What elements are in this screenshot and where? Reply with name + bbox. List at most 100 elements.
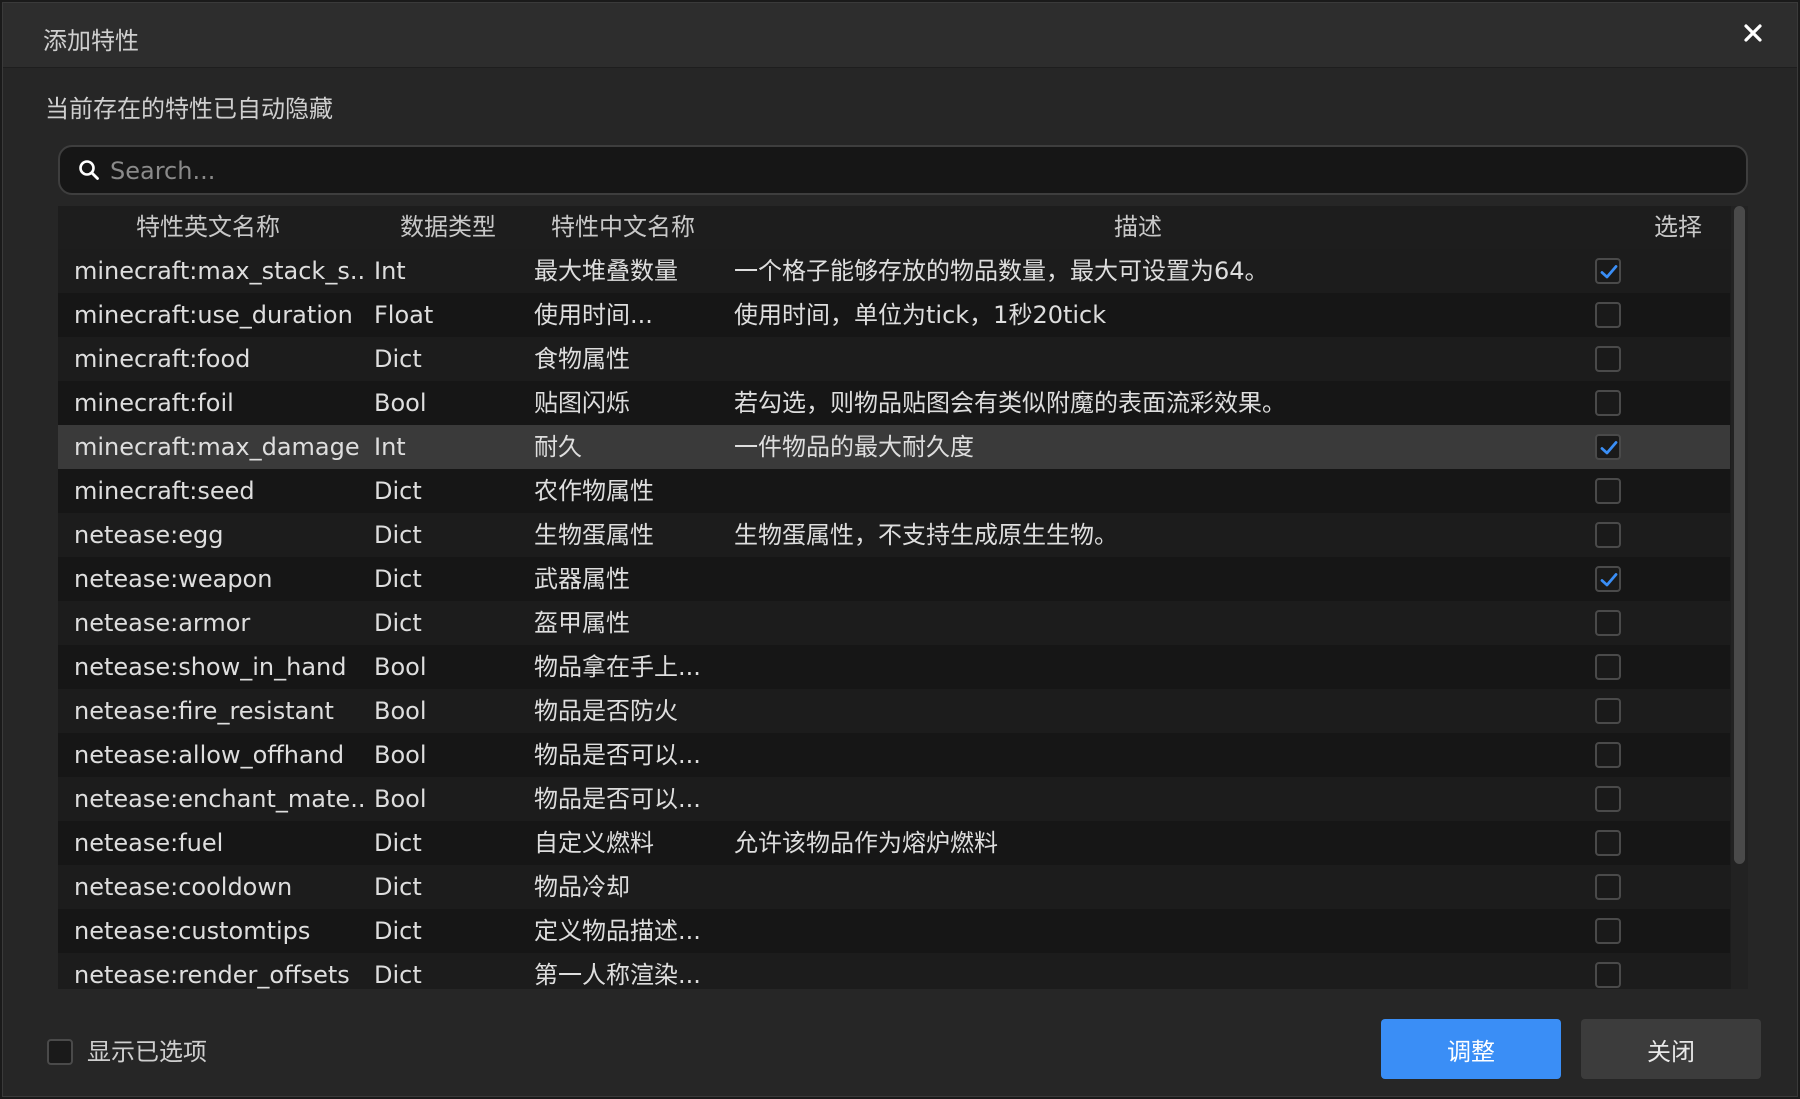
feature-en-name: minecraft:max_stack_s... bbox=[74, 257, 364, 285]
select-checkbox[interactable] bbox=[1595, 742, 1621, 768]
table-row[interactable]: minecraft:food Dict 食物属性 bbox=[58, 337, 1730, 381]
close-icon[interactable] bbox=[1737, 17, 1769, 49]
table-row[interactable]: netease:fuel Dict 自定义燃料 允许该物品作为熔炉燃料 bbox=[58, 821, 1730, 865]
feature-description bbox=[734, 469, 1534, 513]
feature-cn-name: 定义物品描述... bbox=[534, 917, 701, 945]
select-checkbox[interactable] bbox=[1595, 962, 1621, 988]
feature-description bbox=[734, 733, 1534, 777]
feature-data-type: Float bbox=[374, 301, 434, 329]
feature-cn-name: 第一人称渲染... bbox=[534, 961, 701, 989]
table-row[interactable]: netease:show_in_hand Bool 物品拿在手上... bbox=[58, 645, 1730, 689]
table-row[interactable]: netease:customtips Dict 定义物品描述... bbox=[58, 909, 1730, 953]
select-checkbox[interactable] bbox=[1595, 434, 1621, 460]
feature-en-name: netease:weapon bbox=[74, 565, 273, 593]
feature-description bbox=[734, 865, 1534, 909]
table-row[interactable]: minecraft:max_stack_s... Int 最大堆叠数量 一个格子能够存… bbox=[58, 249, 1730, 293]
column-header-select: 选择 bbox=[1654, 213, 1702, 241]
close-button[interactable]: 关闭 bbox=[1581, 1019, 1761, 1079]
scrollbar-thumb[interactable] bbox=[1734, 206, 1745, 864]
feature-en-name: netease:egg bbox=[74, 521, 224, 549]
feature-data-type: Int bbox=[374, 257, 406, 285]
select-checkbox[interactable] bbox=[1595, 346, 1621, 372]
column-header-cn-name: 特性中文名称 bbox=[551, 213, 695, 241]
select-checkbox[interactable] bbox=[1595, 302, 1621, 328]
select-checkbox[interactable] bbox=[1595, 786, 1621, 812]
select-checkbox[interactable] bbox=[1595, 522, 1621, 548]
select-checkbox[interactable] bbox=[1595, 830, 1621, 856]
feature-cn-name: 贴图闪烁 bbox=[534, 389, 630, 417]
select-checkbox[interactable] bbox=[1595, 918, 1621, 944]
feature-cn-name: 盔甲属性 bbox=[534, 609, 630, 637]
table-row[interactable]: minecraft:max_damage Int 耐久 一件物品的最大耐久度 bbox=[58, 425, 1730, 469]
feature-data-type: Bool bbox=[374, 389, 427, 417]
table-row[interactable]: netease:cooldown Dict 物品冷却 bbox=[58, 865, 1730, 909]
feature-en-name: netease:fuel bbox=[74, 829, 224, 857]
title-bar: 添加特性 bbox=[3, 3, 1797, 68]
checkmark-icon bbox=[1600, 441, 1618, 455]
feature-description bbox=[734, 337, 1534, 381]
select-checkbox[interactable] bbox=[1595, 478, 1621, 504]
table-row[interactable]: minecraft:use_duration Float 使用时间... 使用时间，单… bbox=[58, 293, 1730, 337]
adjust-button[interactable]: 调整 bbox=[1381, 1019, 1561, 1079]
feature-data-type: Bool bbox=[374, 653, 427, 681]
feature-data-type: Dict bbox=[374, 477, 422, 505]
feature-description: 一个格子能够存放的物品数量，最大可设置为64。 bbox=[734, 257, 1269, 285]
column-header-en-name: 特性英文名称 bbox=[136, 213, 280, 241]
select-checkbox[interactable] bbox=[1595, 566, 1621, 592]
select-checkbox[interactable] bbox=[1595, 874, 1621, 900]
table-row[interactable]: netease:enchant_mate... Bool 物品是否可以... bbox=[58, 777, 1730, 821]
table-row[interactable]: netease:armor Dict 盔甲属性 bbox=[58, 601, 1730, 645]
feature-description bbox=[734, 953, 1534, 989]
select-checkbox[interactable] bbox=[1595, 258, 1621, 284]
feature-cn-name: 最大堆叠数量 bbox=[534, 257, 678, 285]
table-scrollbar[interactable] bbox=[1731, 206, 1748, 989]
feature-description bbox=[734, 557, 1534, 601]
column-header-description: 描述 bbox=[1114, 213, 1162, 241]
select-checkbox[interactable] bbox=[1595, 610, 1621, 636]
table-row[interactable]: minecraft:foil Bool 贴图闪烁 若勾选，则物品贴图会有类似附魔的表面… bbox=[58, 381, 1730, 425]
feature-data-type: Bool bbox=[374, 741, 427, 769]
search-icon bbox=[78, 159, 100, 181]
feature-en-name: netease:show_in_hand bbox=[74, 653, 347, 681]
feature-en-name: minecraft:foil bbox=[74, 389, 234, 417]
feature-cn-name: 物品是否可以... bbox=[534, 741, 701, 769]
feature-cn-name: 物品冷却 bbox=[534, 873, 630, 901]
feature-data-type: Dict bbox=[374, 521, 422, 549]
feature-data-type: Int bbox=[374, 433, 406, 461]
table-header: 特性英文名称 数据类型 特性中文名称 描述 选择 bbox=[58, 206, 1730, 249]
feature-cn-name: 武器属性 bbox=[534, 565, 630, 593]
table-row[interactable]: netease:egg Dict 生物蛋属性 生物蛋属性，不支持生成原生生物。 bbox=[58, 513, 1730, 557]
feature-description bbox=[734, 777, 1534, 821]
show-selected-checkbox[interactable] bbox=[47, 1039, 73, 1065]
feature-en-name: minecraft:seed bbox=[74, 477, 255, 505]
select-checkbox[interactable] bbox=[1595, 698, 1621, 724]
table-row[interactable]: netease:fire_resistant Bool 物品是否防火 bbox=[58, 689, 1730, 733]
select-checkbox[interactable] bbox=[1595, 654, 1621, 680]
table-row[interactable]: netease:weapon Dict 武器属性 bbox=[58, 557, 1730, 601]
feature-data-type: Dict bbox=[374, 873, 422, 901]
feature-cn-name: 耐久 bbox=[534, 433, 582, 461]
checkmark-icon bbox=[1600, 265, 1618, 279]
feature-cn-name: 食物属性 bbox=[534, 345, 630, 373]
feature-data-type: Dict bbox=[374, 829, 422, 857]
feature-description bbox=[734, 645, 1534, 689]
feature-description bbox=[734, 689, 1534, 733]
feature-description: 一件物品的最大耐久度 bbox=[734, 433, 974, 461]
search-input[interactable] bbox=[108, 147, 1712, 195]
table-row[interactable]: netease:render_offsets Dict 第一人称渲染... bbox=[58, 953, 1730, 989]
feature-description: 若勾选，则物品贴图会有类似附魔的表面流彩效果。 bbox=[734, 389, 1286, 417]
search-box[interactable] bbox=[58, 145, 1748, 195]
feature-en-name: minecraft:max_damage bbox=[74, 433, 360, 461]
feature-description: 使用时间，单位为tick，1秒20tick bbox=[734, 301, 1107, 329]
select-checkbox[interactable] bbox=[1595, 390, 1621, 416]
feature-data-type: Dict bbox=[374, 565, 422, 593]
table-row[interactable]: minecraft:seed Dict 农作物属性 bbox=[58, 469, 1730, 513]
table-row[interactable]: netease:allow_offhand Bool 物品是否可以... bbox=[58, 733, 1730, 777]
feature-cn-name: 物品是否可以... bbox=[534, 785, 701, 813]
feature-en-name: minecraft:food bbox=[74, 345, 251, 373]
feature-table: 特性英文名称 数据类型 特性中文名称 描述 选择 minecraft:max_s… bbox=[58, 206, 1748, 989]
feature-cn-name: 生物蛋属性 bbox=[534, 521, 654, 549]
add-feature-dialog: 添加特性 当前存在的特性已自动隐藏 特性英文名称 数据类型 特性中文名称 描述 … bbox=[2, 2, 1798, 1097]
feature-en-name: netease:render_offsets bbox=[74, 961, 350, 989]
feature-data-type: Bool bbox=[374, 785, 427, 813]
